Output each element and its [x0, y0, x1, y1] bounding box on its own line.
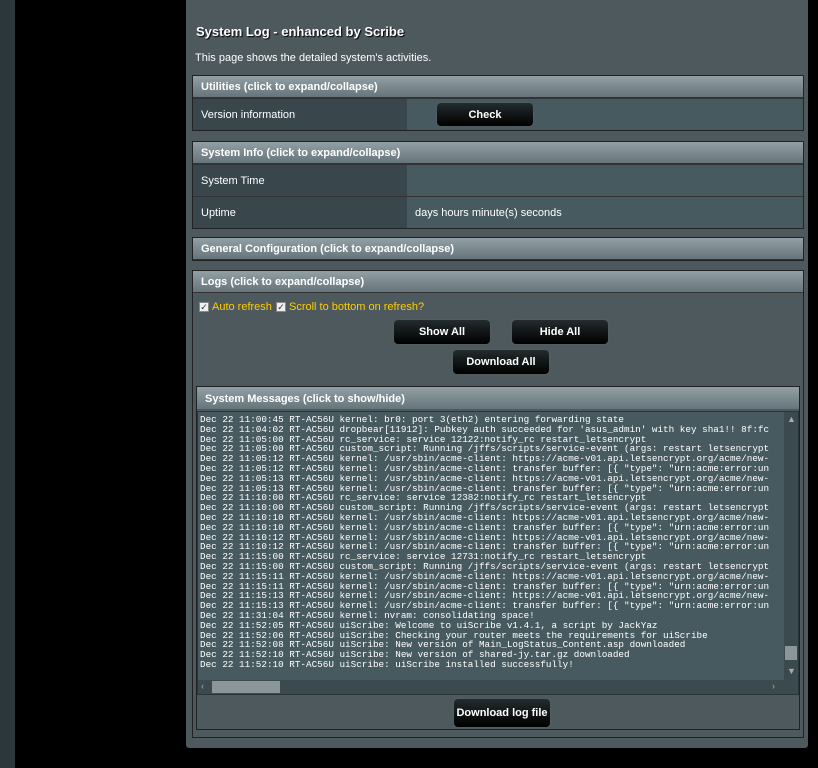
system-time-value — [407, 165, 803, 196]
system-time-label: System Time — [193, 165, 407, 196]
scroll-up-icon[interactable]: ▲ — [787, 414, 796, 424]
main-panel: System Log - enhanced by Scribe This pag… — [186, 0, 808, 748]
show-all-button[interactable]: Show All — [394, 320, 490, 344]
uptime-label: Uptime — [193, 197, 407, 228]
log-lines: Dec 22 11:00:45 RT-AC56U kernel: br0: po… — [200, 415, 783, 677]
scroll-bottom-label: Scroll to bottom on refresh? — [289, 301, 425, 313]
scroll-right-icon[interactable]: › — [772, 681, 775, 691]
system-messages-header[interactable]: System Messages (click to show/hide) — [197, 387, 799, 409]
uptime-value: days hours minute(s) seconds — [407, 197, 803, 228]
checkmark-icon: ✓ — [199, 302, 209, 312]
auto-refresh-checkbox[interactable]: ✓ Auto refresh — [199, 301, 272, 313]
system-messages-panel: System Messages (click to show/hide) Dec… — [196, 386, 800, 730]
utilities-header[interactable]: Utilities (click to expand/collapse) — [193, 76, 803, 98]
version-label: Version information — [193, 99, 407, 130]
scroll-down-icon[interactable]: ▼ — [787, 666, 796, 676]
download-all-button[interactable]: Download All — [453, 350, 549, 374]
logs-header[interactable]: Logs (click to expand/collapse) — [193, 271, 803, 293]
general-config-section: General Configuration (click to expand/c… — [192, 237, 804, 261]
general-config-header[interactable]: General Configuration (click to expand/c… — [193, 238, 803, 260]
checkmark-icon: ✓ — [276, 302, 286, 312]
download-log-button[interactable]: Download log file — [454, 699, 550, 727]
log-textarea[interactable]: Dec 22 11:00:45 RT-AC56U kernel: br0: po… — [197, 411, 799, 695]
page-description: This page shows the detailed system's ac… — [195, 52, 432, 64]
left-sidebar-edge — [0, 0, 15, 768]
vertical-scrollbar[interactable]: ▲ ▼ — [784, 412, 798, 680]
utilities-section: Utilities (click to expand/collapse) Ver… — [192, 75, 804, 131]
system-info-section: System Info (click to expand/collapse) S… — [192, 141, 804, 229]
vertical-scroll-thumb[interactable] — [785, 646, 797, 660]
auto-refresh-label: Auto refresh — [212, 301, 272, 313]
check-button[interactable]: Check — [437, 103, 533, 126]
horizontal-scroll-thumb[interactable] — [212, 681, 280, 693]
scroll-left-icon[interactable]: ‹ — [201, 681, 204, 691]
page-title: System Log - enhanced by Scribe — [196, 24, 405, 39]
system-info-header[interactable]: System Info (click to expand/collapse) — [193, 142, 803, 164]
log-line: Dec 22 11:52:10 RT-AC56U uiScribe: uiScr… — [200, 658, 574, 670]
hide-all-button[interactable]: Hide All — [512, 320, 608, 344]
horizontal-scrollbar[interactable]: ‹ › — [198, 680, 798, 694]
scroll-bottom-checkbox[interactable]: ✓ Scroll to bottom on refresh? — [276, 301, 424, 313]
